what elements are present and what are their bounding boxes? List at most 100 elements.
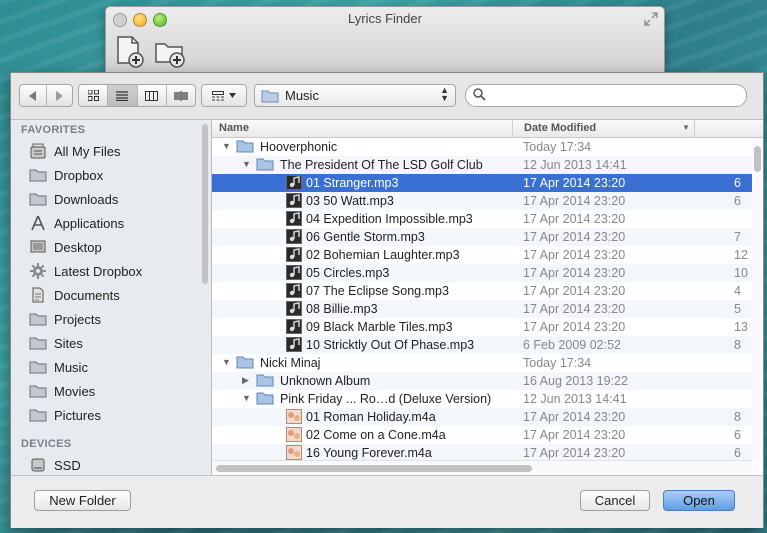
sidebar-item-ssd[interactable]: SSD: [29, 454, 199, 475]
mp3-file-icon: [286, 283, 302, 298]
search-input[interactable]: [490, 87, 742, 104]
folder-row[interactable]: ▼ Pink Friday ... Ro…d (Deluxe Version) 12…: [212, 390, 752, 408]
cover-flow-button[interactable]: [167, 85, 195, 106]
horizontal-scrollbar[interactable]: [212, 460, 752, 475]
disclosure-expanded-icon[interactable]: ▼: [242, 393, 251, 403]
sidebar-item-applications[interactable]: Applications: [29, 212, 199, 234]
location-popup[interactable]: Music ▲ ▼: [254, 84, 456, 107]
sidebar-item-latest-dropbox[interactable]: Latest Dropbox: [29, 260, 199, 282]
add-folder-icon[interactable]: [154, 35, 186, 69]
sidebar-item-label: Movies: [54, 383, 96, 399]
gear-icon: [29, 263, 47, 279]
navigation-buttons: [19, 84, 73, 107]
mp3-file-icon: [286, 265, 302, 280]
file-row[interactable]: 01 Stranger.mp3 17 Apr 2014 23:20 6: [212, 174, 752, 192]
open-button[interactable]: Open: [663, 490, 735, 511]
mp3-file-icon: [286, 337, 302, 352]
arrange-grid-icon: [212, 90, 224, 100]
all-files-icon: [29, 143, 47, 159]
applications-icon: [29, 215, 47, 231]
chevron-down-icon: [229, 93, 236, 98]
file-row[interactable]: 01 Roman Holiday.m4a 17 Apr 2014 23:20 8: [212, 408, 752, 426]
list-view-button[interactable]: [108, 85, 138, 106]
file-row[interactable]: 08 Billie.mp3 17 Apr 2014 23:20 5: [212, 300, 752, 318]
sidebar-item-pictures[interactable]: Pictures: [29, 404, 199, 426]
file-name: 04 Expedition Impossible.mp3: [306, 212, 473, 226]
sidebar-item-downloads[interactable]: Downloads: [29, 188, 199, 210]
file-row[interactable]: 05 Circles.mp3 17 Apr 2014 23:20 10: [212, 264, 752, 282]
disclosure-expanded-icon[interactable]: ▼: [222, 357, 231, 367]
sidebar-item-label: Latest Dropbox: [54, 263, 143, 279]
sidebar-item-label: All My Files: [54, 143, 121, 159]
add-file-icon[interactable]: [114, 35, 146, 69]
folder-icon: [29, 407, 47, 423]
icon-view-button[interactable]: [79, 85, 109, 106]
vertical-scrollbar[interactable]: [752, 138, 763, 460]
cancel-button[interactable]: Cancel: [580, 490, 650, 511]
file-row[interactable]: 04 Expedition Impossible.mp3 17 Apr 2014 …: [212, 210, 752, 228]
sidebar-item-label: Dropbox: [54, 167, 104, 183]
forward-button[interactable]: [47, 85, 73, 106]
sidebar: FAVORITES All My Files Dropbox Downloads Ap…: [11, 120, 212, 475]
m4a-file-icon: [286, 409, 302, 424]
mp3-file-icon: [286, 175, 302, 190]
date-modified: 17 Apr 2014 23:20: [523, 212, 626, 226]
file-size: 6: [734, 428, 741, 442]
file-name: 16 Young Forever.m4a: [306, 446, 432, 460]
file-row[interactable]: 06 Gentle Storm.mp3 17 Apr 2014 23:20 7: [212, 228, 752, 246]
file-size: 4: [734, 284, 741, 298]
folder-row[interactable]: ▶ Unknown Album 16 Aug 2013 19:22: [212, 372, 752, 390]
disclosure-collapsed-icon[interactable]: ▶: [242, 375, 249, 386]
sidebar-item-sites[interactable]: Sites: [29, 332, 199, 354]
date-modified: 17 Apr 2014 23:20: [523, 176, 626, 190]
column-view-button[interactable]: [138, 85, 167, 106]
date-modified: Today 17:34: [523, 140, 592, 154]
sidebar-item-label: Downloads: [54, 191, 119, 207]
file-row[interactable]: 03 50 Watt.mp3 17 Apr 2014 23:20 6: [212, 192, 752, 210]
dialog-footer: New Folder Cancel Open: [11, 475, 763, 528]
file-name: 01 Stranger.mp3: [306, 176, 399, 190]
file-name: Unknown Album: [280, 374, 371, 388]
sidebar-item-label: Sites: [54, 335, 83, 351]
sidebar-item-desktop[interactable]: Desktop: [29, 236, 199, 258]
file-size: 5: [734, 302, 741, 316]
sidebar-item-label: Pictures: [54, 407, 101, 423]
file-row[interactable]: 02 Bohemian Laughter.mp3 17 Apr 2014 23:2…: [212, 246, 752, 264]
sidebar-item-documents[interactable]: Documents: [29, 284, 199, 306]
folder-icon: [29, 311, 47, 327]
back-arrow-icon: [28, 90, 36, 101]
back-button[interactable]: [20, 85, 47, 106]
mp3-file-icon: [286, 193, 302, 208]
sidebar-item-dropbox[interactable]: Dropbox: [29, 164, 199, 186]
file-row[interactable]: 07 The Eclipse Song.mp3 17 Apr 2014 23:20…: [212, 282, 752, 300]
folder-row[interactable]: ▼ Nicki Minaj Today 17:34: [212, 354, 752, 372]
file-row[interactable]: 10 Stricktly Out Of Phase.mp3 6 Feb 2009 …: [212, 336, 752, 354]
disclosure-expanded-icon[interactable]: ▼: [222, 141, 231, 151]
folder-row[interactable]: ▼ Hooverphonic Today 17:34: [212, 138, 752, 156]
disclosure-expanded-icon[interactable]: ▼: [242, 159, 251, 169]
file-row[interactable]: 02 Come on a Cone.m4a 17 Apr 2014 23:20 6: [212, 426, 752, 444]
sidebar-item-movies[interactable]: Movies: [29, 380, 199, 402]
column-view-icon: [145, 90, 159, 101]
sidebar-item-all-my-files[interactable]: All My Files: [29, 140, 199, 162]
sidebar-item-label: Desktop: [54, 239, 102, 255]
date-column-header[interactable]: Date Modified: [524, 122, 596, 134]
sidebar-scrollbar[interactable]: [201, 120, 210, 475]
fullscreen-icon[interactable]: [644, 12, 658, 26]
new-folder-button[interactable]: New Folder: [34, 490, 131, 511]
arrange-popup-button[interactable]: [201, 84, 247, 107]
date-modified: 17 Apr 2014 23:20: [523, 230, 626, 244]
search-field[interactable]: [465, 84, 747, 107]
date-modified: 17 Apr 2014 23:20: [523, 284, 626, 298]
folder-icon: [261, 90, 279, 102]
sidebar-item-music[interactable]: Music: [29, 356, 199, 378]
file-row[interactable]: 09 Black Marble Tiles.mp3 17 Apr 2014 23:…: [212, 318, 752, 336]
file-size: 7: [734, 230, 741, 244]
folder-icon: [236, 355, 254, 370]
file-size: 8: [734, 338, 741, 352]
name-column-header[interactable]: Name: [219, 122, 249, 134]
desktop-icon: [29, 239, 47, 255]
folder-row[interactable]: ▼ The President Of The LSD Golf Club 12 Ju…: [212, 156, 752, 174]
sidebar-item-label: Documents: [54, 287, 120, 303]
sidebar-item-projects[interactable]: Projects: [29, 308, 199, 330]
